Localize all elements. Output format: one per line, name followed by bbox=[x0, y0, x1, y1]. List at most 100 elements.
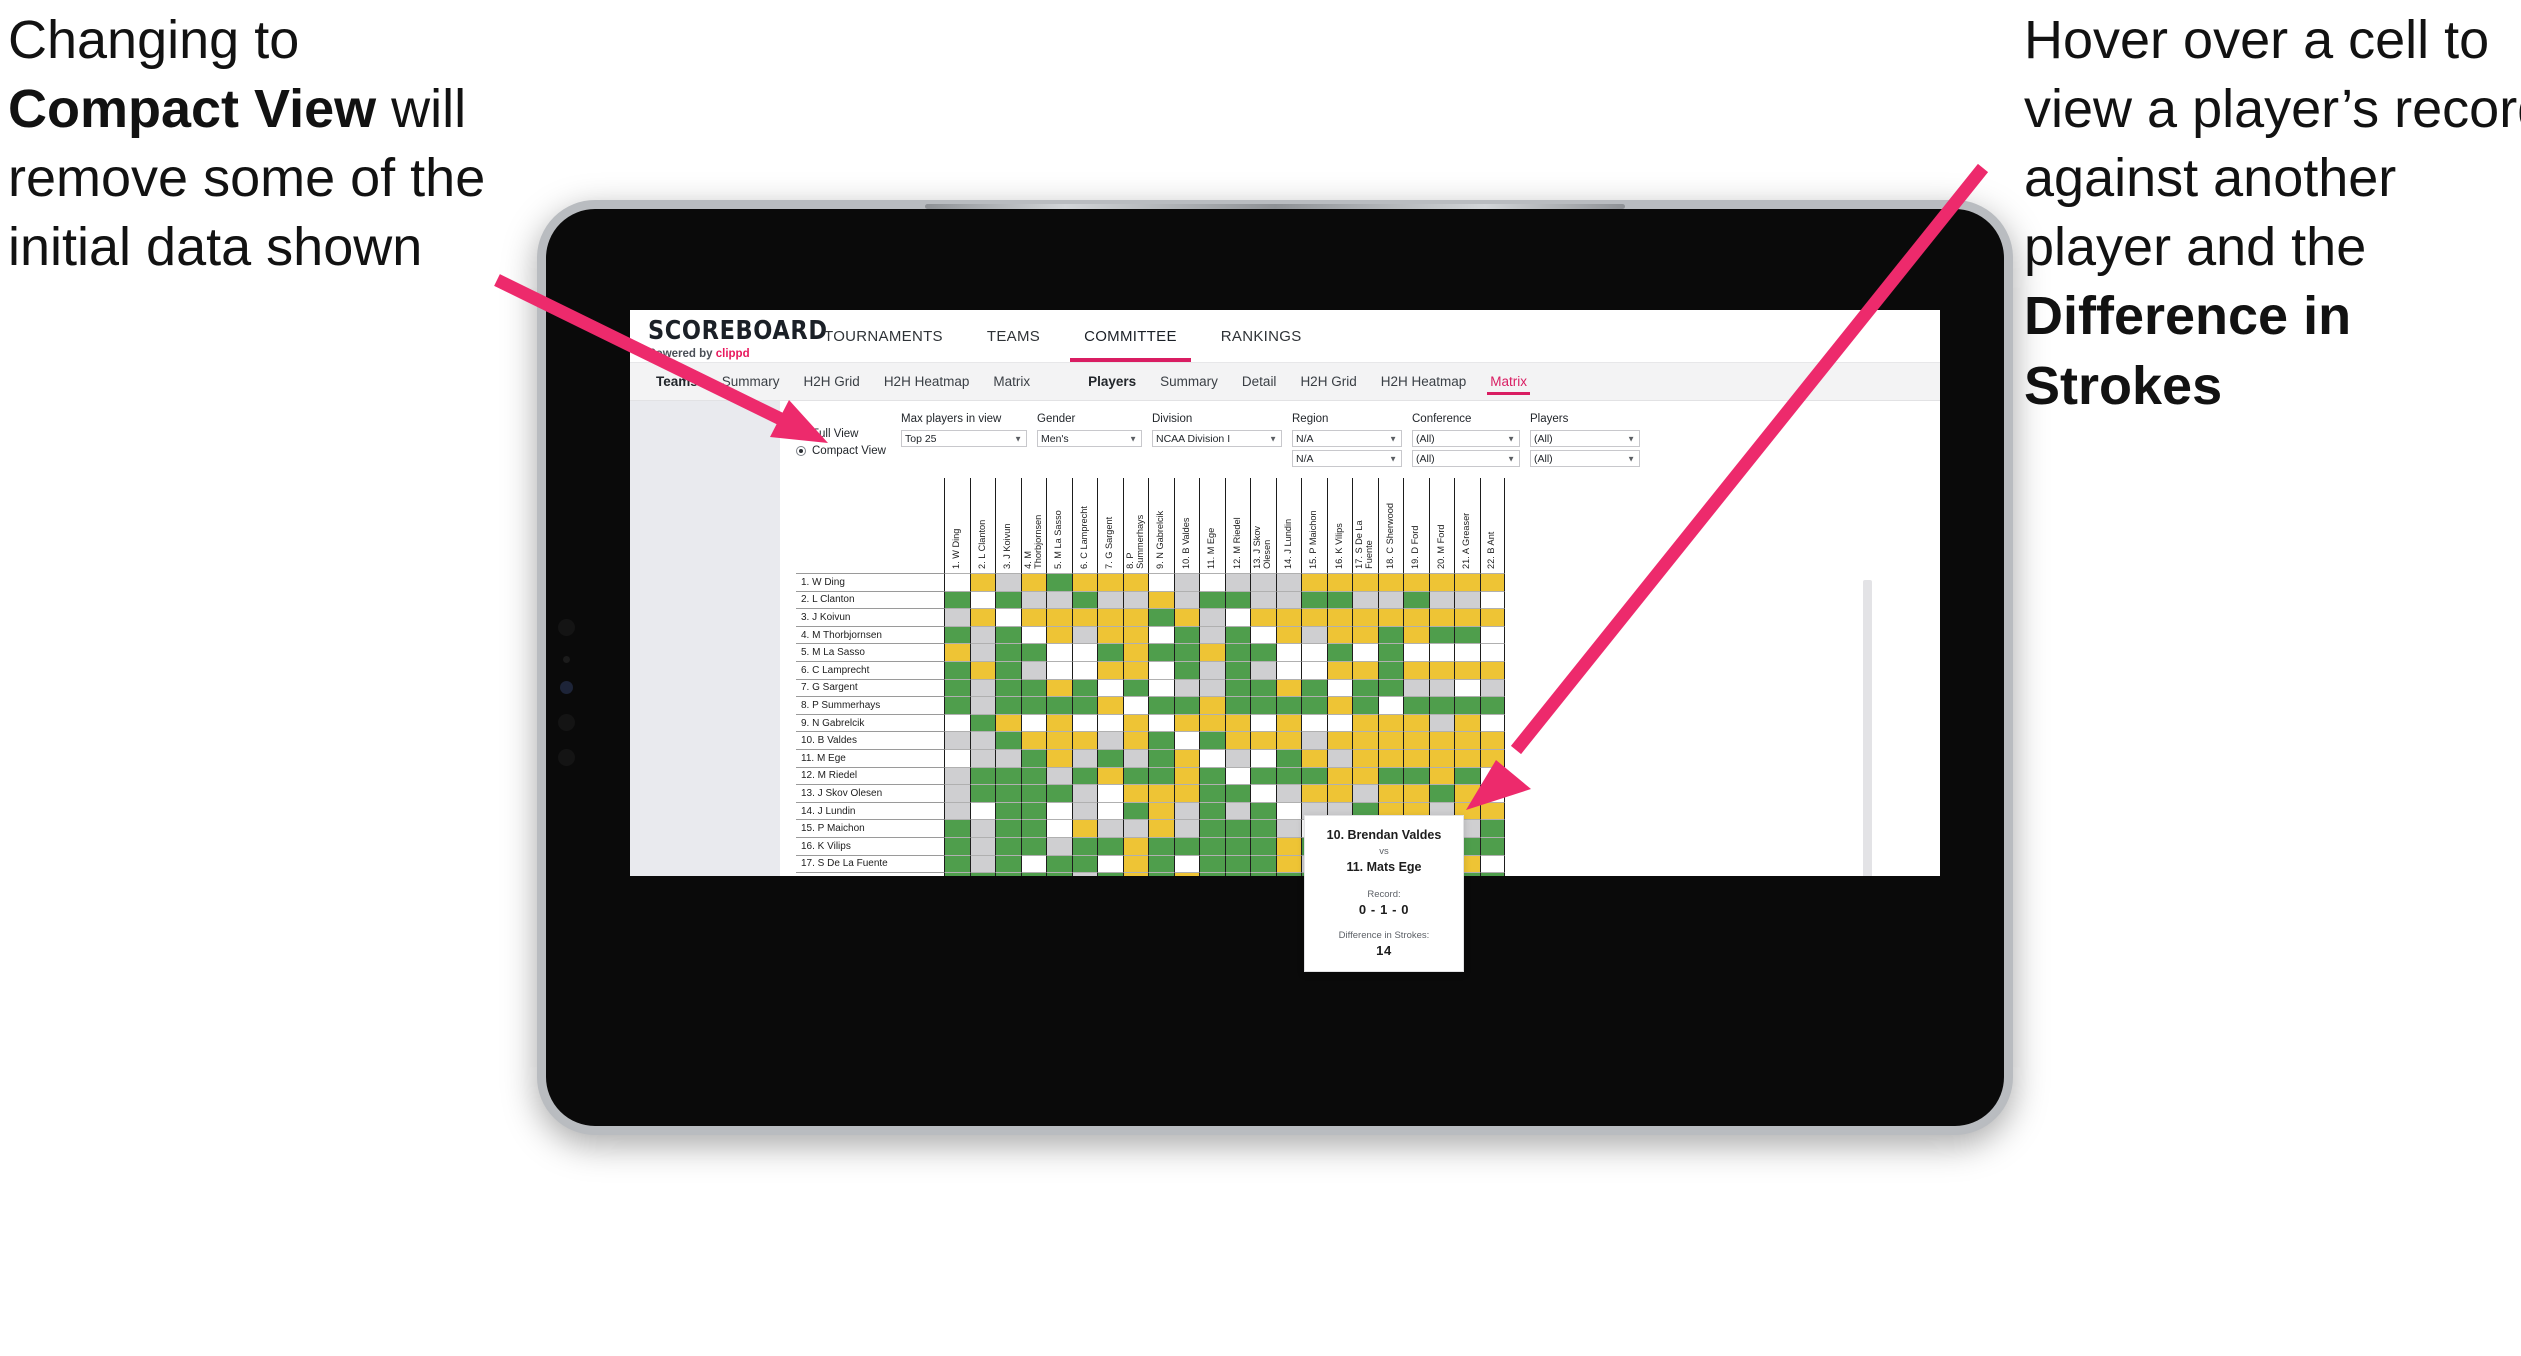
matrix-cell[interactable] bbox=[995, 836, 1021, 855]
matrix-cell[interactable] bbox=[995, 573, 1021, 591]
matrix-cell[interactable] bbox=[1352, 766, 1378, 785]
matrix-cell[interactable] bbox=[1301, 625, 1327, 644]
matrix-cell[interactable] bbox=[1097, 854, 1123, 873]
matrix-cell[interactable] bbox=[944, 678, 970, 697]
matrix-cell[interactable] bbox=[1020, 643, 1046, 661]
matrix-cell[interactable] bbox=[1020, 766, 1046, 785]
matrix-cell[interactable] bbox=[1250, 696, 1276, 714]
matrix-cell[interactable] bbox=[1403, 643, 1429, 661]
matrix-cell[interactable] bbox=[1173, 608, 1199, 626]
matrix-cell[interactable] bbox=[1046, 854, 1072, 873]
matrix-cell[interactable] bbox=[1071, 731, 1097, 749]
matrix-cell[interactable] bbox=[1148, 590, 1174, 609]
matrix-cell[interactable] bbox=[1250, 766, 1276, 785]
matrix-cell[interactable] bbox=[969, 854, 995, 873]
matrix-cell[interactable] bbox=[1020, 713, 1046, 732]
matrix-cell[interactable] bbox=[1403, 573, 1429, 591]
matrix-row-label[interactable]: 3. J Koivun bbox=[796, 608, 944, 626]
matrix-cell[interactable] bbox=[1326, 784, 1352, 802]
matrix-row-label[interactable]: 1. W Ding bbox=[796, 573, 944, 591]
matrix-col-header[interactable]: 17. S De La Fuente bbox=[1352, 478, 1378, 573]
matrix-cell[interactable] bbox=[1173, 678, 1199, 697]
matrix-cell[interactable] bbox=[1148, 801, 1174, 820]
matrix-cell[interactable] bbox=[969, 748, 995, 767]
matrix-cell[interactable] bbox=[995, 660, 1021, 679]
matrix-cell[interactable] bbox=[995, 731, 1021, 749]
matrix-cell[interactable] bbox=[1122, 643, 1148, 661]
nav-item-tournaments[interactable]: TOURNAMENTS bbox=[802, 310, 965, 362]
matrix-cell[interactable] bbox=[1020, 696, 1046, 714]
matrix-cell[interactable] bbox=[1428, 678, 1454, 697]
matrix-cell[interactable] bbox=[1148, 696, 1174, 714]
matrix-cell[interactable] bbox=[995, 784, 1021, 802]
matrix-cell[interactable] bbox=[1479, 643, 1505, 661]
matrix-cell[interactable] bbox=[1479, 713, 1505, 732]
matrix-cell[interactable] bbox=[1352, 731, 1378, 749]
matrix-cell[interactable] bbox=[1173, 836, 1199, 855]
matrix-cell[interactable] bbox=[1479, 678, 1505, 697]
matrix-cell[interactable] bbox=[1403, 731, 1429, 749]
matrix-col-header[interactable]: 21. A Greaser bbox=[1454, 478, 1480, 573]
filter-region-select-2[interactable]: N/A ▼ bbox=[1292, 450, 1402, 467]
matrix-cell[interactable] bbox=[1479, 836, 1505, 855]
matrix-cell[interactable] bbox=[1275, 696, 1301, 714]
matrix-cell[interactable] bbox=[944, 819, 970, 837]
matrix-col-header[interactable]: 13. J Skov Olesen bbox=[1250, 478, 1276, 573]
matrix-cell[interactable] bbox=[995, 872, 1021, 876]
matrix-cell[interactable] bbox=[1352, 625, 1378, 644]
matrix-cell[interactable] bbox=[1148, 766, 1174, 785]
matrix-cell[interactable] bbox=[1097, 625, 1123, 644]
matrix-cell[interactable] bbox=[1173, 784, 1199, 802]
matrix-col-header[interactable]: 2. L Clanton bbox=[969, 478, 995, 573]
matrix-cell[interactable] bbox=[1224, 643, 1250, 661]
matrix-cell[interactable] bbox=[1199, 608, 1225, 626]
matrix-cell[interactable] bbox=[1122, 573, 1148, 591]
matrix-cell[interactable] bbox=[1199, 784, 1225, 802]
matrix-cell[interactable] bbox=[995, 590, 1021, 609]
matrix-cell[interactable] bbox=[1326, 713, 1352, 732]
matrix-cell[interactable] bbox=[1403, 608, 1429, 626]
matrix-cell[interactable] bbox=[1046, 836, 1072, 855]
matrix-cell[interactable] bbox=[1275, 678, 1301, 697]
matrix-cell[interactable] bbox=[1097, 590, 1123, 609]
matrix-cell[interactable] bbox=[1224, 573, 1250, 591]
matrix-cell[interactable] bbox=[1301, 608, 1327, 626]
filter-gender-select[interactable]: Men's ▼ bbox=[1037, 430, 1142, 447]
matrix-cell[interactable] bbox=[1428, 573, 1454, 591]
matrix-cell[interactable] bbox=[944, 801, 970, 820]
matrix-cell[interactable] bbox=[1020, 573, 1046, 591]
matrix-cell[interactable] bbox=[1275, 748, 1301, 767]
matrix-cell[interactable] bbox=[1148, 819, 1174, 837]
matrix-cell[interactable] bbox=[1479, 854, 1505, 873]
matrix-cell[interactable] bbox=[1479, 872, 1505, 876]
matrix-cell[interactable] bbox=[1454, 713, 1480, 732]
matrix-cell[interactable] bbox=[1071, 643, 1097, 661]
matrix-cell[interactable] bbox=[1122, 766, 1148, 785]
matrix-cell[interactable] bbox=[1301, 678, 1327, 697]
matrix-cell[interactable] bbox=[1224, 590, 1250, 609]
matrix-cell[interactable] bbox=[1250, 660, 1276, 679]
matrix-cell[interactable] bbox=[1250, 608, 1276, 626]
matrix-cell[interactable] bbox=[1301, 696, 1327, 714]
matrix-cell[interactable] bbox=[1326, 748, 1352, 767]
matrix-cell[interactable] bbox=[944, 643, 970, 661]
matrix-cell[interactable] bbox=[1275, 660, 1301, 679]
matrix-cell[interactable] bbox=[1428, 748, 1454, 767]
matrix-row-label[interactable]: 16. K Vilips bbox=[796, 836, 944, 855]
matrix-cell[interactable] bbox=[1428, 784, 1454, 802]
matrix-cell[interactable] bbox=[1122, 625, 1148, 644]
matrix-cell[interactable] bbox=[1250, 731, 1276, 749]
matrix-cell[interactable] bbox=[969, 872, 995, 876]
matrix-cell[interactable] bbox=[1479, 608, 1505, 626]
matrix-cell[interactable] bbox=[1377, 608, 1403, 626]
matrix-cell[interactable] bbox=[1352, 678, 1378, 697]
app-logo[interactable]: SCOREBOARD Powered by clippd bbox=[630, 310, 827, 362]
matrix-cell[interactable] bbox=[1173, 590, 1199, 609]
matrix-cell[interactable] bbox=[944, 713, 970, 732]
matrix-cell[interactable] bbox=[1199, 696, 1225, 714]
matrix-cell[interactable] bbox=[1046, 625, 1072, 644]
matrix-cell[interactable] bbox=[1352, 643, 1378, 661]
matrix-cell[interactable] bbox=[1097, 643, 1123, 661]
matrix-cell[interactable] bbox=[995, 696, 1021, 714]
matrix-cell[interactable] bbox=[1046, 766, 1072, 785]
